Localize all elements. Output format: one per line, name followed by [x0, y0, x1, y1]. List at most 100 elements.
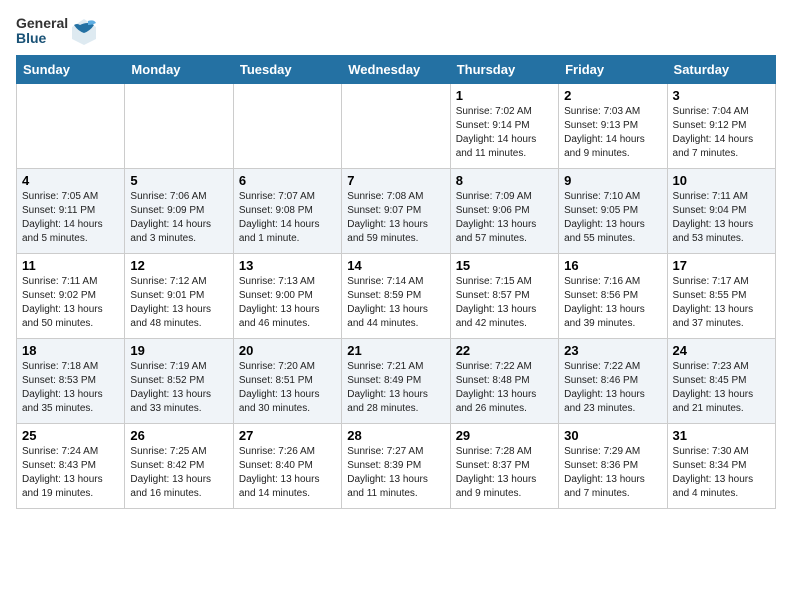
day-number: 25: [22, 428, 119, 443]
calendar-cell: 9Sunrise: 7:10 AM Sunset: 9:05 PM Daylig…: [559, 168, 667, 253]
day-number: 4: [22, 173, 119, 188]
day-info: Sunrise: 7:02 AM Sunset: 9:14 PM Dayligh…: [456, 105, 553, 161]
day-number: 8: [456, 173, 553, 188]
calendar-table: SundayMondayTuesdayWednesdayThursdayFrid…: [16, 55, 776, 509]
day-header-sunday: Sunday: [17, 55, 125, 83]
calendar-cell: 10 Sunrise: 7:11 AM Sunset: 9:04 PM Dayli…: [667, 168, 775, 253]
day-header-wednesday: Wednesday: [342, 55, 450, 83]
day-number: 7: [347, 173, 444, 188]
calendar-cell: 7 Sunrise: 7:08 AM Sunset: 9:07 PM Daylig…: [342, 168, 450, 253]
day-info: Sunrise: 7:22 AM Sunset: 8:46 PM Dayligh…: [564, 360, 661, 416]
calendar-cell: 14Sunrise: 7:14 AM Sunset: 8:59 PM Dayli…: [342, 253, 450, 338]
day-info: Sunrise: 7:30 AM Sunset: 8:34 PM Dayligh…: [673, 445, 770, 501]
day-info: Sunrise: 7:04 AM Sunset: 9:12 PM Dayligh…: [673, 105, 770, 161]
day-number: 30: [564, 428, 661, 443]
calendar-cell: 2 Sunrise: 7:03 AM Sunset: 9:13 PM Daylig…: [559, 83, 667, 168]
day-number: 19: [130, 343, 227, 358]
day-header-monday: Monday: [125, 55, 233, 83]
day-info: Sunrise: 7:11 AM Sunset: 9:04 PM Dayligh…: [673, 190, 770, 246]
day-number: 12: [130, 258, 227, 273]
day-header-friday: Friday: [559, 55, 667, 83]
logo: General Blue: [16, 16, 98, 47]
day-number: 24: [673, 343, 770, 358]
day-info: Sunrise: 7:22 AM Sunset: 8:48 PM Dayligh…: [456, 360, 553, 416]
day-info: Sunrise: 7:08 AM Sunset: 9:07 PM Dayligh…: [347, 190, 444, 246]
calendar-cell: 20 Sunrise: 7:20 AM Sunset: 8:51 PM Dayli…: [233, 338, 341, 423]
calendar-cell: 15Sunrise: 7:15 AM Sunset: 8:57 PM Dayli…: [450, 253, 558, 338]
day-number: 23: [564, 343, 661, 358]
logo: General Blue: [16, 16, 98, 47]
day-header-tuesday: Tuesday: [233, 55, 341, 83]
calendar-cell: 21 Sunrise: 7:21 AM Sunset: 8:49 PM Dayli…: [342, 338, 450, 423]
day-number: 28: [347, 428, 444, 443]
calendar-cell: 28 Sunrise: 7:27 AM Sunset: 8:39 PM Dayli…: [342, 423, 450, 508]
calendar-cell: 13 Sunrise: 7:13 AM Sunset: 9:00 PM Dayli…: [233, 253, 341, 338]
day-info: Sunrise: 7:05 AM Sunset: 9:11 PM Dayligh…: [22, 190, 119, 246]
calendar-cell: 6 Sunrise: 7:07 AM Sunset: 9:08 PM Daylig…: [233, 168, 341, 253]
day-number: 29: [456, 428, 553, 443]
day-number: 10: [673, 173, 770, 188]
week-row-3: 11Sunrise: 7:11 AM Sunset: 9:02 PM Dayli…: [17, 253, 776, 338]
calendar-cell: 3 Sunrise: 7:04 AM Sunset: 9:12 PM Daylig…: [667, 83, 775, 168]
day-header-thursday: Thursday: [450, 55, 558, 83]
calendar-cell: [17, 83, 125, 168]
calendar-cell: 8 Sunrise: 7:09 AM Sunset: 9:06 PM Daylig…: [450, 168, 558, 253]
day-info: Sunrise: 7:21 AM Sunset: 8:49 PM Dayligh…: [347, 360, 444, 416]
day-info: Sunrise: 7:07 AM Sunset: 9:08 PM Dayligh…: [239, 190, 336, 246]
week-row-5: 25 Sunrise: 7:24 AM Sunset: 8:43 PM Dayli…: [17, 423, 776, 508]
calendar-cell: 26 Sunrise: 7:25 AM Sunset: 8:42 PM Dayli…: [125, 423, 233, 508]
logo-text: General Blue: [16, 16, 68, 47]
calendar-cell: 23 Sunrise: 7:22 AM Sunset: 8:46 PM Dayli…: [559, 338, 667, 423]
calendar-cell: 29Sunrise: 7:28 AM Sunset: 8:37 PM Dayli…: [450, 423, 558, 508]
day-number: 20: [239, 343, 336, 358]
day-number: 5: [130, 173, 227, 188]
calendar-cell: 17Sunrise: 7:17 AM Sunset: 8:55 PM Dayli…: [667, 253, 775, 338]
calendar-cell: 22 Sunrise: 7:22 AM Sunset: 8:48 PM Dayli…: [450, 338, 558, 423]
day-info: Sunrise: 7:17 AM Sunset: 8:55 PM Dayligh…: [673, 275, 770, 331]
day-info: Sunrise: 7:11 AM Sunset: 9:02 PM Dayligh…: [22, 275, 119, 331]
calendar-cell: 11Sunrise: 7:11 AM Sunset: 9:02 PM Dayli…: [17, 253, 125, 338]
logo-blue: Blue: [16, 31, 68, 46]
calendar-cell: 31Sunrise: 7:30 AM Sunset: 8:34 PM Dayli…: [667, 423, 775, 508]
calendar-cell: [342, 83, 450, 168]
day-info: Sunrise: 7:25 AM Sunset: 8:42 PM Dayligh…: [130, 445, 227, 501]
day-info: Sunrise: 7:27 AM Sunset: 8:39 PM Dayligh…: [347, 445, 444, 501]
calendar-cell: 18 Sunrise: 7:18 AM Sunset: 8:53 PM Dayli…: [17, 338, 125, 423]
day-number: 2: [564, 88, 661, 103]
calendar-cell: 30 Sunrise: 7:29 AM Sunset: 8:36 PM Dayli…: [559, 423, 667, 508]
day-info: Sunrise: 7:03 AM Sunset: 9:13 PM Dayligh…: [564, 105, 661, 161]
day-number: 13: [239, 258, 336, 273]
calendar-cell: 24 Sunrise: 7:23 AM Sunset: 8:45 PM Dayli…: [667, 338, 775, 423]
day-info: Sunrise: 7:06 AM Sunset: 9:09 PM Dayligh…: [130, 190, 227, 246]
header: General Blue: [16, 16, 776, 47]
day-number: 15: [456, 258, 553, 273]
day-info: Sunrise: 7:20 AM Sunset: 8:51 PM Dayligh…: [239, 360, 336, 416]
day-number: 22: [456, 343, 553, 358]
day-header-saturday: Saturday: [667, 55, 775, 83]
day-info: Sunrise: 7:24 AM Sunset: 8:43 PM Dayligh…: [22, 445, 119, 501]
calendar-cell: 5 Sunrise: 7:06 AM Sunset: 9:09 PM Daylig…: [125, 168, 233, 253]
day-number: 18: [22, 343, 119, 358]
day-info: Sunrise: 7:29 AM Sunset: 8:36 PM Dayligh…: [564, 445, 661, 501]
week-row-2: 4 Sunrise: 7:05 AM Sunset: 9:11 PM Daylig…: [17, 168, 776, 253]
day-number: 16: [564, 258, 661, 273]
day-info: Sunrise: 7:23 AM Sunset: 8:45 PM Dayligh…: [673, 360, 770, 416]
day-number: 6: [239, 173, 336, 188]
day-info: Sunrise: 7:16 AM Sunset: 8:56 PM Dayligh…: [564, 275, 661, 331]
logo-bird-icon: [70, 17, 98, 45]
day-info: Sunrise: 7:13 AM Sunset: 9:00 PM Dayligh…: [239, 275, 336, 331]
day-info: Sunrise: 7:26 AM Sunset: 8:40 PM Dayligh…: [239, 445, 336, 501]
day-info: Sunrise: 7:09 AM Sunset: 9:06 PM Dayligh…: [456, 190, 553, 246]
calendar-cell: 12Sunrise: 7:12 AM Sunset: 9:01 PM Dayli…: [125, 253, 233, 338]
calendar-cell: [233, 83, 341, 168]
week-row-4: 18 Sunrise: 7:18 AM Sunset: 8:53 PM Dayli…: [17, 338, 776, 423]
day-number: 26: [130, 428, 227, 443]
week-row-1: 1Sunrise: 7:02 AM Sunset: 9:14 PM Daylig…: [17, 83, 776, 168]
day-info: Sunrise: 7:18 AM Sunset: 8:53 PM Dayligh…: [22, 360, 119, 416]
day-number: 3: [673, 88, 770, 103]
calendar-cell: [125, 83, 233, 168]
day-number: 21: [347, 343, 444, 358]
calendar-cell: 25 Sunrise: 7:24 AM Sunset: 8:43 PM Dayli…: [17, 423, 125, 508]
calendar-cell: 4 Sunrise: 7:05 AM Sunset: 9:11 PM Daylig…: [17, 168, 125, 253]
calendar-cell: 1Sunrise: 7:02 AM Sunset: 9:14 PM Daylig…: [450, 83, 558, 168]
